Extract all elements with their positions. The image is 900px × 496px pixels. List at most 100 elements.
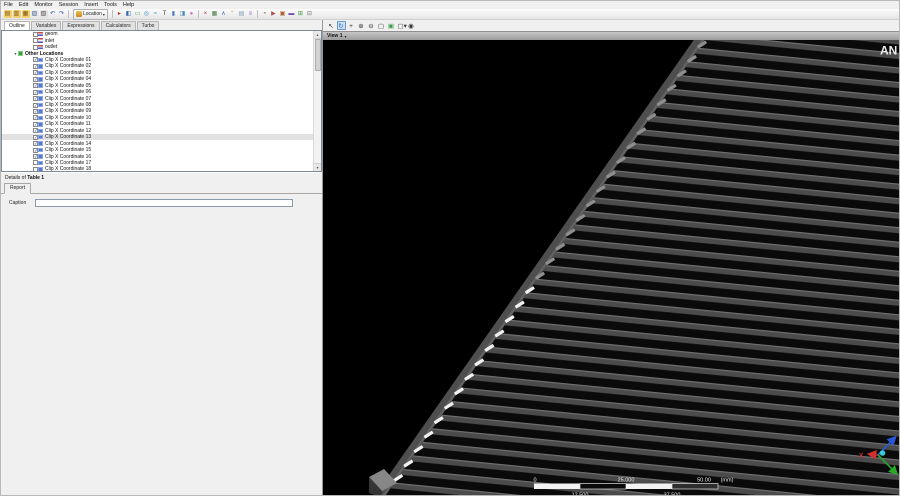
details-header: Details of Table 1 xyxy=(1,172,322,183)
view-tab-label[interactable]: View 1 xyxy=(327,32,342,40)
legend-icon[interactable]: ▮ xyxy=(169,10,177,18)
scale-label-50: 50.00 xyxy=(697,478,711,484)
locations-folder-icon xyxy=(18,51,23,56)
tab-variables[interactable]: Variables xyxy=(31,21,61,30)
scale-label-25: 25.000 xyxy=(618,478,635,484)
tree-item-label: Clip X Coordinate 01 xyxy=(45,57,91,63)
brand-logo-text: AN xyxy=(880,44,897,58)
fit-view-tool-icon[interactable]: ▣ xyxy=(387,21,396,30)
scale-label-12-5: 12.500 xyxy=(572,493,589,496)
cfd-post-window: FileEditMonitorSessionInsertToolsHelp ▤▥… xyxy=(0,0,900,496)
camera-icon[interactable]: ▣ xyxy=(278,10,286,18)
scroll-down-icon[interactable]: ▾ xyxy=(314,163,321,171)
save-state-icon[interactable]: ▥ xyxy=(13,10,21,18)
triad-x-label: X xyxy=(859,453,864,460)
boundary-icon xyxy=(38,45,43,50)
main-toolbar: ▤▥▦▧▨↶↷ Location ▾ ▸◧▭◎≈T▮◨●×▦∧“▤≡◔▶▣▬⊞⊟ xyxy=(1,9,900,20)
clip-plane-icon xyxy=(38,71,43,76)
print-icon[interactable]: ▨ xyxy=(40,10,48,18)
clip-plane-icon xyxy=(38,96,43,101)
view-options-dropdown-icon[interactable]: ▢▾ xyxy=(397,21,406,30)
clip-plane-icon xyxy=(38,64,43,69)
delete-icon[interactable]: × xyxy=(201,10,209,18)
color-wheel-icon[interactable]: ● xyxy=(187,10,195,18)
undo-icon[interactable]: ↶ xyxy=(49,10,57,18)
details-title-prefix: Details of xyxy=(5,175,26,181)
tree-item-label: Clip X Coordinate 09 xyxy=(45,108,91,114)
tree-scrollbar[interactable]: ▴ ▾ xyxy=(313,31,321,171)
text-icon[interactable]: T xyxy=(160,10,168,18)
mesh-icon[interactable]: ⊞ xyxy=(296,10,304,18)
clip-plane-icon xyxy=(38,77,43,82)
tab-expressions[interactable]: Expressions xyxy=(62,21,99,30)
isosurface-icon[interactable]: ◎ xyxy=(142,10,150,18)
probe-tool-icon[interactable]: ◉ xyxy=(407,21,416,30)
tree-item-label: Clip X Coordinate 12 xyxy=(45,128,91,134)
rotate-tool-icon[interactable]: ↻ xyxy=(337,21,346,30)
caption-input[interactable] xyxy=(35,199,293,207)
figure-icon[interactable]: ▤ xyxy=(237,10,245,18)
workspace-tabs: OutlineVariablesExpressionsCalculatorsTu… xyxy=(1,20,322,30)
clip-plane-icon xyxy=(38,103,43,108)
tree-item-label: Other Locations xyxy=(25,51,63,57)
zoom-in-tool-icon[interactable]: ⊕ xyxy=(357,21,366,30)
scrollbar-thumb[interactable] xyxy=(315,39,321,71)
clip-plane-icon xyxy=(38,90,43,95)
redo-icon[interactable]: ↷ xyxy=(58,10,66,18)
view-dropdown-icon[interactable]: ▾ xyxy=(344,34,346,39)
clip-plane-icon[interactable]: ◨ xyxy=(178,10,186,18)
movie-icon[interactable]: ▬ xyxy=(287,10,295,18)
select-tool-icon[interactable]: ↖ xyxy=(327,21,336,30)
caption-label: Caption xyxy=(9,200,35,206)
timestep-icon[interactable]: ◔ xyxy=(260,10,268,18)
animation-icon[interactable]: ▶ xyxy=(269,10,277,18)
tree-item-label: Clip X Coordinate 16 xyxy=(45,154,91,160)
tree-item-clip-x-coordinate-18[interactable]: Clip X Coordinate 18 xyxy=(2,166,313,172)
zoom-out-tool-icon[interactable]: ⊖ xyxy=(367,21,376,30)
tree-item-label: Clip X Coordinate 11 xyxy=(45,121,91,127)
tree-item-label: Clip X Coordinate 18 xyxy=(45,166,91,172)
triad-axis-ball xyxy=(880,450,886,456)
viewport-3d[interactable]: 0 25.000 50.00 (mm) 12.500 37.500 X AN xyxy=(323,40,900,496)
menu-insert[interactable]: Insert xyxy=(84,1,98,9)
contour-icon[interactable]: ◧ xyxy=(124,10,132,18)
vector-icon[interactable]: ▸ xyxy=(115,10,123,18)
caption-row: Caption xyxy=(1,194,322,212)
streamline-icon[interactable]: ≈ xyxy=(151,10,159,18)
pan-tool-icon[interactable]: + xyxy=(347,21,356,30)
tab-turbo[interactable]: Turbo xyxy=(137,21,160,30)
tree-item-label: geom xyxy=(45,31,58,37)
location-pin-icon xyxy=(76,11,82,17)
tree-item-label: Clip X Coordinate 14 xyxy=(45,141,91,147)
tree-item-label: Clip X Coordinate 06 xyxy=(45,89,91,95)
open-state-icon[interactable]: ▦ xyxy=(22,10,30,18)
plane-icon[interactable]: ▭ xyxy=(133,10,141,18)
tree-item-label: Clip X Coordinate 17 xyxy=(45,160,91,166)
tree-item-label: Clip X Coordinate 10 xyxy=(45,115,91,121)
clip-plane-icon xyxy=(38,135,43,140)
scale-label-37-5: 37.500 xyxy=(664,493,681,496)
tree-item-label: Clip X Coordinate 07 xyxy=(45,96,91,102)
calculator-icon[interactable]: ⊟ xyxy=(305,10,313,18)
clip-plane-icon xyxy=(38,141,43,146)
save-picture-icon[interactable]: ▧ xyxy=(31,10,39,18)
tree-item-label: Clip X Coordinate 03 xyxy=(45,70,91,76)
clip-plane-icon xyxy=(38,58,43,63)
view-tab-bar: View 1 ▾ xyxy=(323,31,900,40)
table-icon[interactable]: ▦ xyxy=(210,10,218,18)
load-results-icon[interactable]: ▤ xyxy=(4,10,12,18)
tree-item-label: Clip X Coordinate 05 xyxy=(45,83,91,89)
location-dropdown-label: Location xyxy=(83,11,102,17)
zoom-box-tool-icon[interactable]: ▢ xyxy=(377,21,386,30)
clip-plane-icon xyxy=(38,109,43,114)
tab-report[interactable]: Report xyxy=(4,183,31,194)
scroll-up-icon[interactable]: ▴ xyxy=(314,31,321,39)
location-dropdown-button[interactable]: Location ▾ xyxy=(73,9,108,20)
tab-calculators[interactable]: Calculators xyxy=(101,21,136,30)
tree-item-label: Clip X Coordinate 08 xyxy=(45,102,91,108)
chart-icon[interactable]: ∧ xyxy=(219,10,227,18)
toolbar-separator xyxy=(68,10,69,18)
report-icon[interactable]: ≡ xyxy=(246,10,254,18)
scale-label-unit: (mm) xyxy=(721,478,734,484)
comment-icon[interactable]: “ xyxy=(228,10,236,18)
